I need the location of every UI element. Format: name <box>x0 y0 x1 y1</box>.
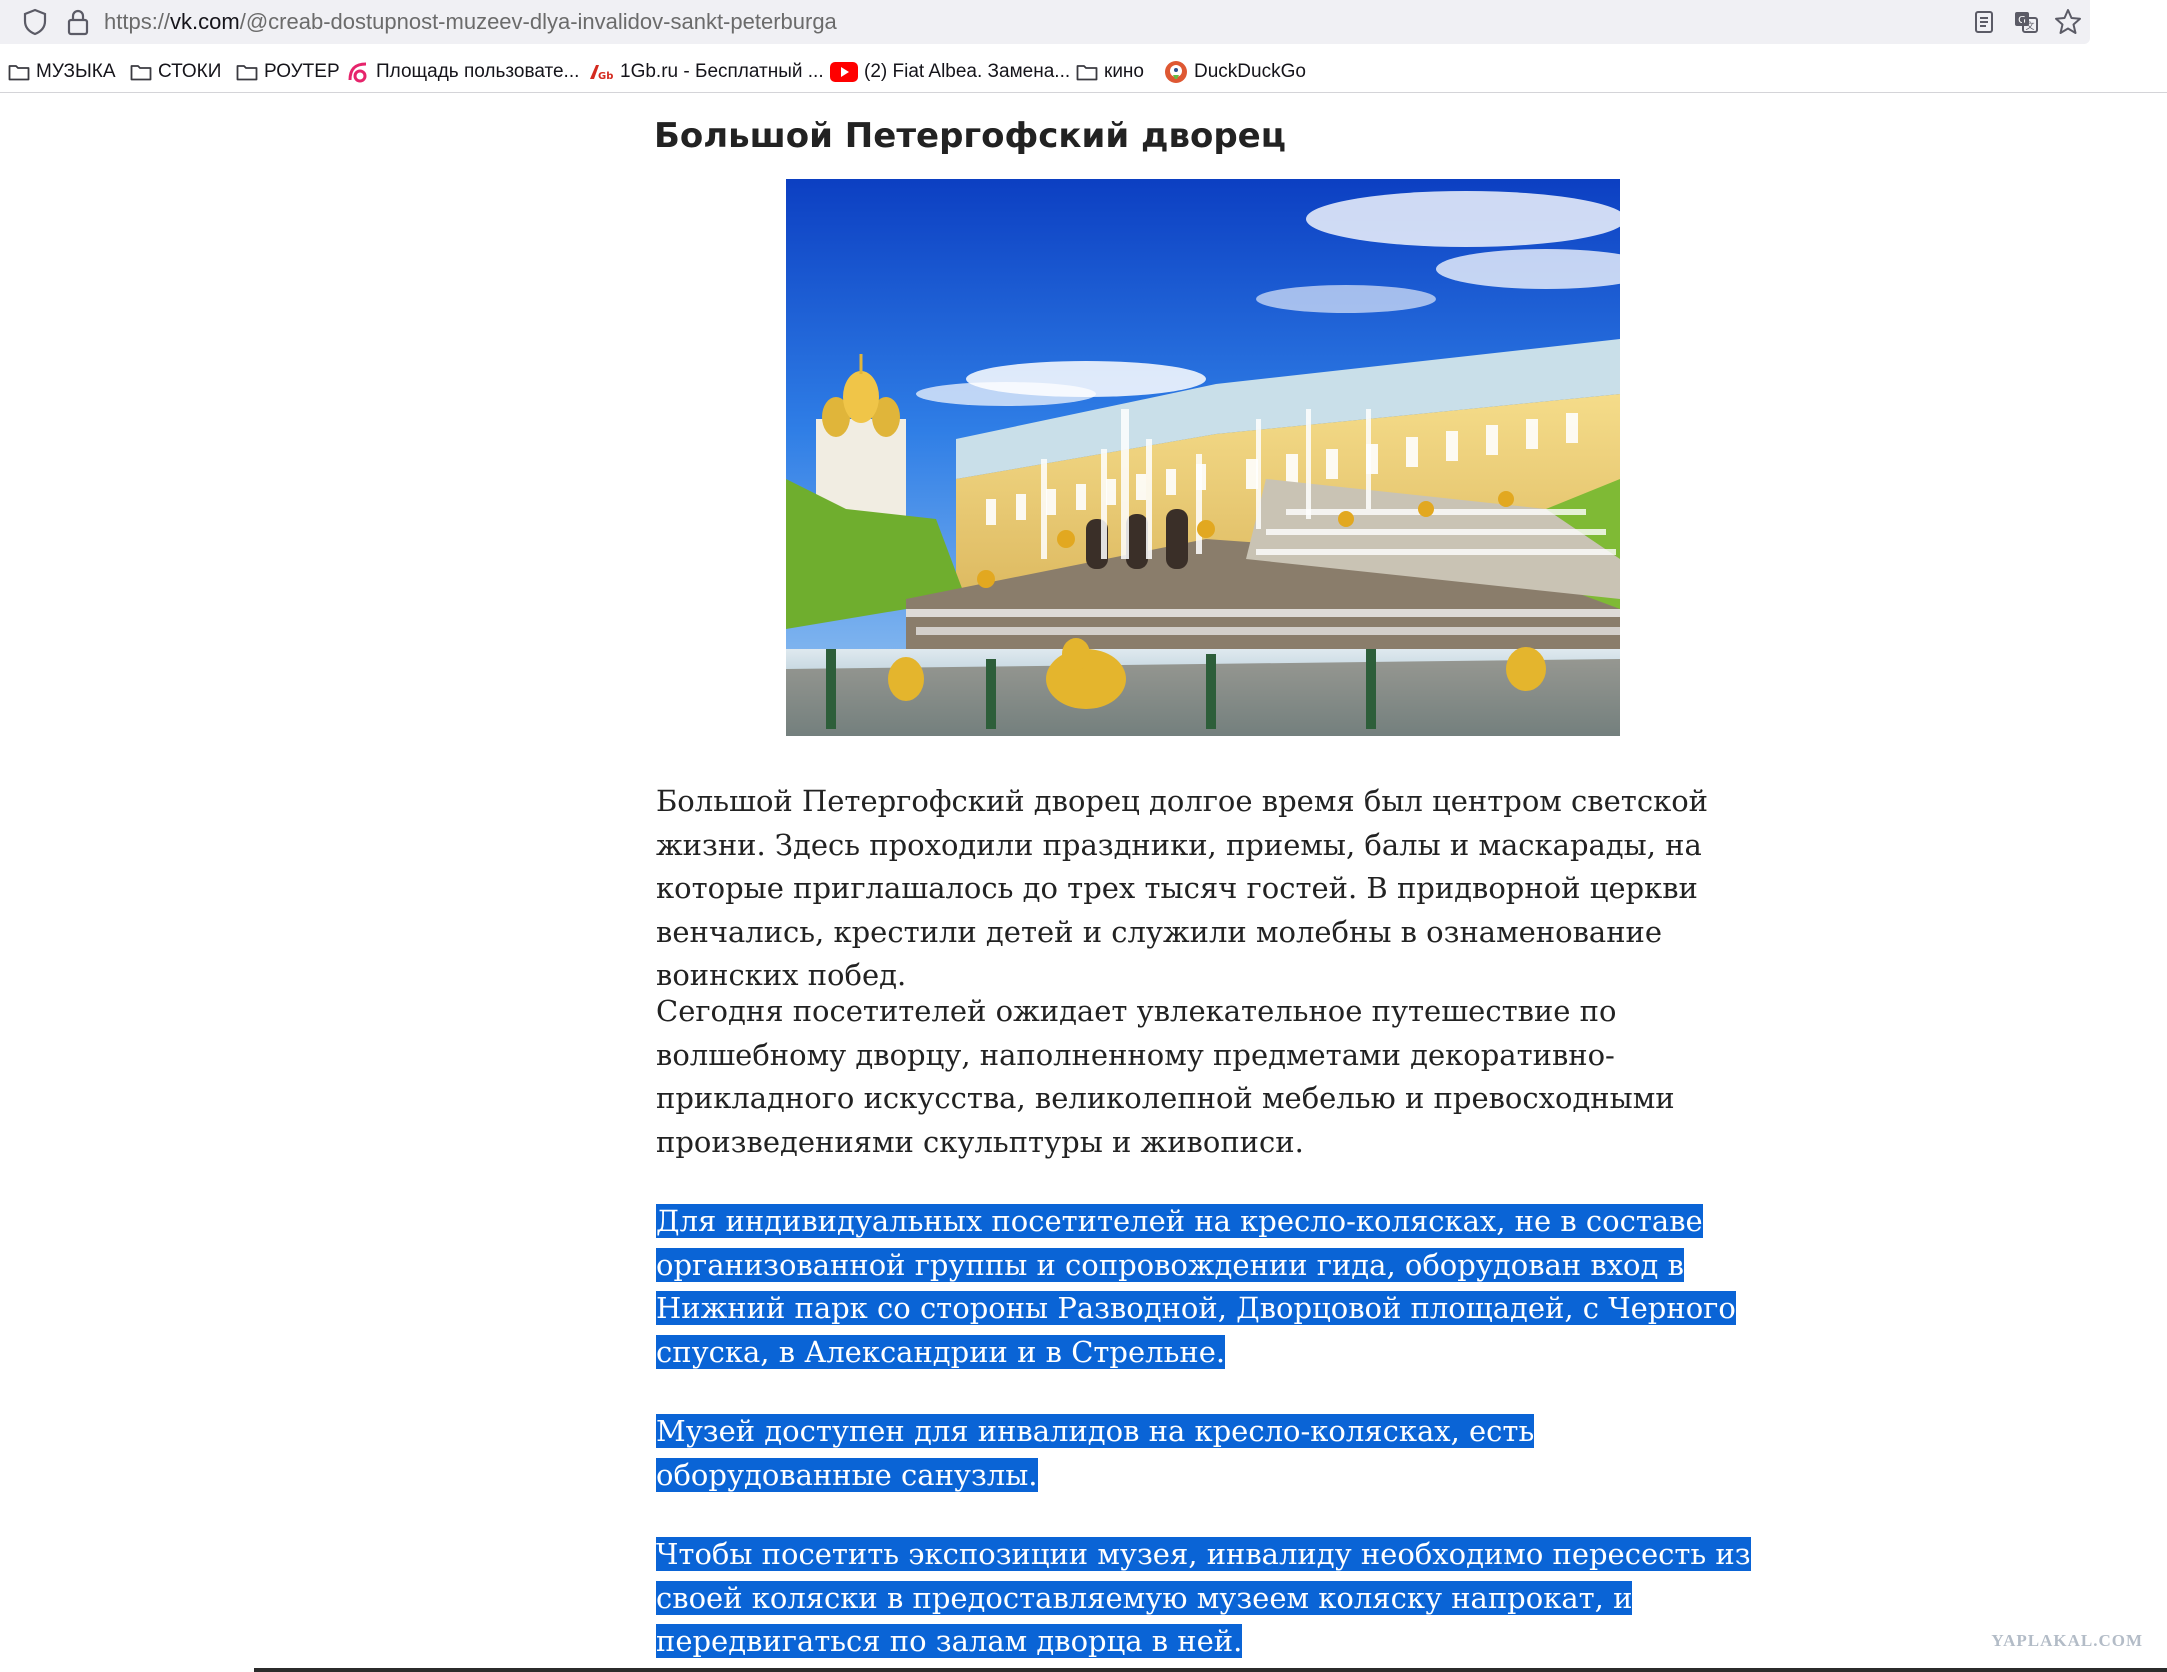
lock-icon[interactable] <box>66 8 90 36</box>
bookmark-folder-kino[interactable]: кино <box>1076 58 1144 86</box>
paragraph-text: Сегодня посетителей ожидает увлекательно… <box>656 994 1675 1159</box>
bookmark-label: (2) Fiat Albea. Замена... <box>864 61 1071 82</box>
duckduckgo-icon <box>1165 61 1187 83</box>
youtube-icon <box>830 62 858 82</box>
bookmark-duckduckgo[interactable]: DuckDuckGo <box>1164 58 1306 86</box>
bookmark-youtube-fiat[interactable]: (2) Fiat Albea. Замена... <box>830 58 1070 86</box>
article-paragraph: Большой Петергофский дворец долгое время… <box>656 780 1756 998</box>
bookmarks-toolbar: МУЗЫКА СТОКИ РОУТЕР Площадь пользовате..… <box>0 52 2167 93</box>
pink-swirl-icon <box>348 62 367 83</box>
palace-photo[interactable] <box>786 179 1620 736</box>
bookmark-label: Площадь пользовате... <box>376 61 580 82</box>
url-text[interactable]: https://vk.com/@creab-dostupnost-muzeev-… <box>104 6 837 38</box>
bookmark-label: РОУТЕР <box>264 61 340 82</box>
tracking-protection-shield-icon[interactable] <box>22 8 48 36</box>
bookmark-label: МУЗЫКА <box>36 61 116 82</box>
bookmark-1gb[interactable]: Gb 1Gb.ru - Бесплатный ... <box>588 58 824 86</box>
url-host: vk.com <box>170 9 240 34</box>
selected-text: Музей доступен для инвалидов на кресло-к… <box>656 1414 1535 1492</box>
bottom-scroll-edge <box>254 1668 2167 1672</box>
article-paragraph: Сегодня посетителей ожидает увлекательно… <box>656 990 1756 1164</box>
svg-text:Gb: Gb <box>598 71 613 82</box>
url-path: /@creab-dostupnost-muzeev-dlya-invalidov… <box>239 9 837 34</box>
bookmark-folder-stoki[interactable]: СТОКИ <box>130 58 221 86</box>
site-watermark: YAPLAKAL.COM <box>1991 1631 2143 1650</box>
url-prefix: https:// <box>104 9 171 34</box>
article-paragraph-selected: Для индивидуальных посетителей на кресло… <box>656 1200 1756 1374</box>
bookmark-label: 1Gb.ru - Бесплатный ... <box>620 61 824 82</box>
address-bar[interactable]: https://vk.com/@creab-dostupnost-muzeev-… <box>0 0 2090 44</box>
1gb-icon: Gb <box>590 65 613 82</box>
folder-icon <box>8 65 30 81</box>
bookmark-label: СТОКИ <box>158 61 222 82</box>
article-paragraph-selected: Музей доступен для инвалидов на кресло-к… <box>656 1410 1756 1497</box>
folder-icon <box>1076 65 1098 81</box>
selected-text: Чтобы посетить экспозиции музея, инвалид… <box>656 1537 1751 1658</box>
bookmark-star-icon[interactable] <box>2052 6 2084 38</box>
article-paragraph-selected: Чтобы посетить экспозиции музея, инвалид… <box>656 1533 1756 1664</box>
article-heading: Большой Петергофский дворец <box>654 116 1286 156</box>
folder-icon <box>130 65 152 81</box>
svg-text:文: 文 <box>2025 20 2034 32</box>
selected-text: Для индивидуальных посетителей на кресло… <box>656 1204 1736 1369</box>
paragraph-text: Большой Петергофский дворец долгое время… <box>656 784 1708 992</box>
bookmark-folder-router[interactable]: РОУТЕР <box>236 58 340 86</box>
bookmark-folder-muzyka[interactable]: МУЗЫКА <box>8 58 116 86</box>
bookmark-label: DuckDuckGo <box>1194 61 1306 82</box>
reader-view-icon[interactable] <box>1968 6 2000 38</box>
folder-icon <box>236 65 258 81</box>
bookmark-label: кино <box>1104 61 1144 82</box>
translate-icon[interactable]: G 文 <box>2010 6 2042 38</box>
bookmark-ploshchad[interactable]: Площадь пользовате... <box>346 58 579 86</box>
